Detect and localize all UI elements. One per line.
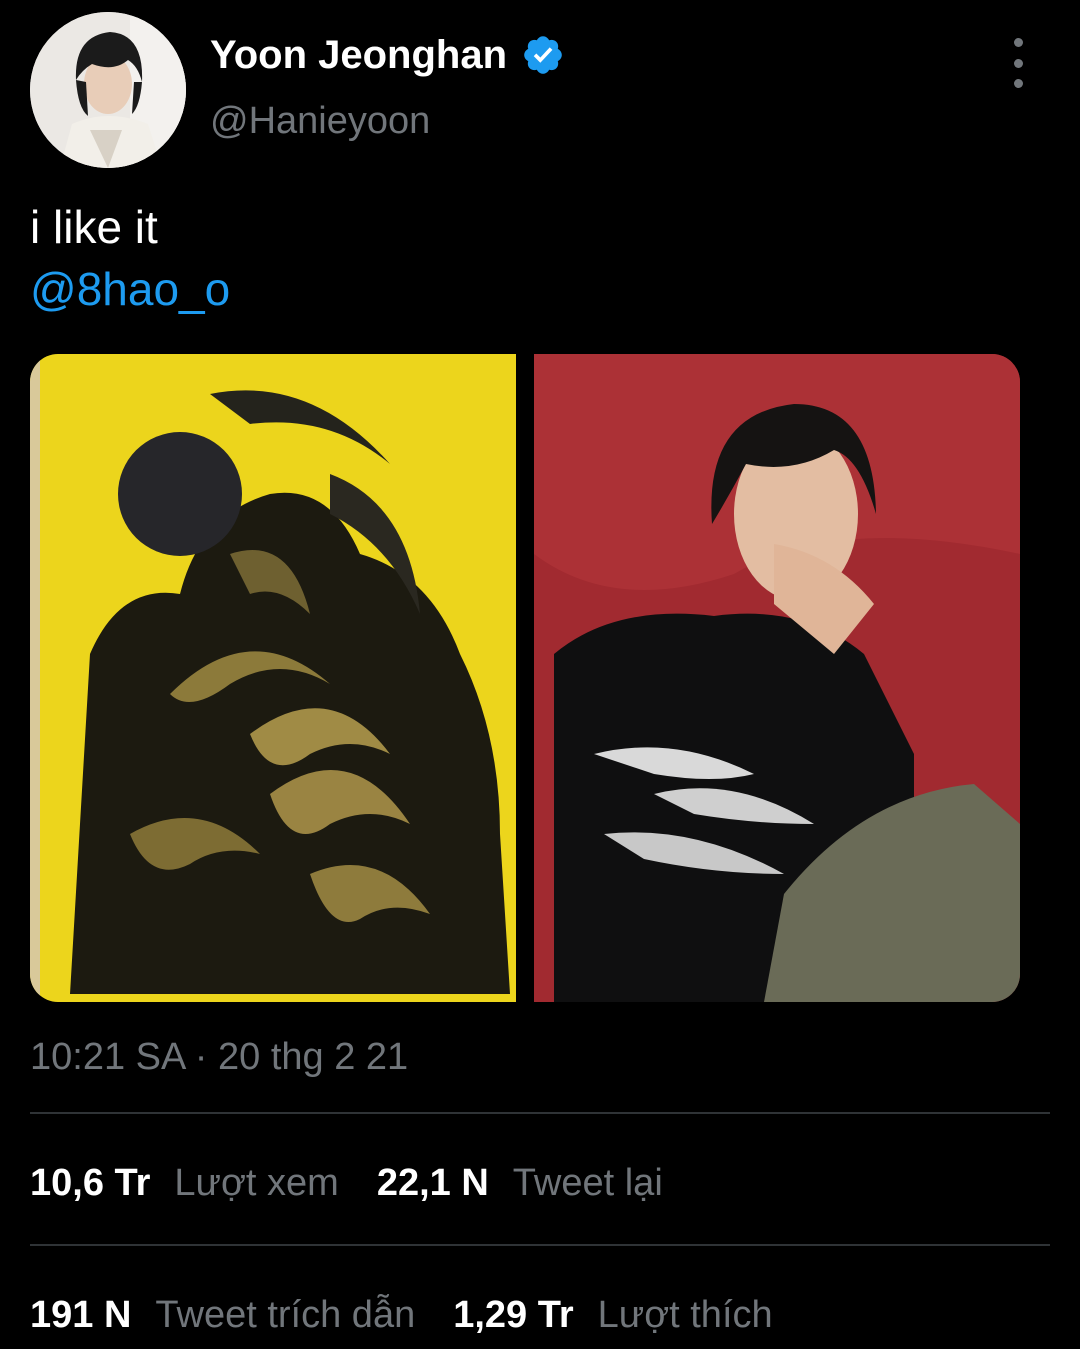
mention-link[interactable]: @8hao_o	[30, 258, 230, 320]
tweet-timestamp[interactable]: 10:21 SA · 20 thg 2 21	[30, 1032, 408, 1082]
divider	[30, 1112, 1050, 1114]
likes-label: Lượt thích	[597, 1294, 773, 1336]
more-vertical-icon	[1013, 38, 1023, 47]
author-display-name[interactable]: Yoon Jeonghan	[210, 32, 507, 78]
retweets-count: 22,1 N	[376, 1162, 489, 1204]
views-stat[interactable]: 10,6 Tr Lượt xem	[30, 1158, 339, 1208]
author-handle[interactable]: @Hanieyoon	[210, 98, 430, 144]
author-name-row[interactable]: Yoon Jeonghan	[210, 32, 565, 78]
tweet-body: i like it	[30, 201, 158, 253]
likes-stat[interactable]: 1,29 Tr Lượt thích	[453, 1290, 772, 1340]
abstract-painting-photo[interactable]	[30, 354, 516, 1002]
likes-count: 1,29 Tr	[453, 1294, 574, 1336]
views-count: 10,6 Tr	[30, 1162, 151, 1204]
retweets-label: Tweet lại	[512, 1162, 663, 1204]
quotes-count: 191 N	[30, 1294, 132, 1336]
stats-row-2: 191 N Tweet trích dẫn 1,29 Tr Lượt thích	[30, 1290, 811, 1340]
retweets-stat[interactable]: 22,1 N Tweet lại	[377, 1158, 663, 1208]
portrait-photo[interactable]	[534, 354, 1020, 1002]
quotes-stat[interactable]: 191 N Tweet trích dẫn	[30, 1290, 415, 1340]
profile-photo	[30, 12, 186, 168]
tweet-text: i like it @8hao_o	[30, 196, 230, 320]
divider	[30, 1244, 1050, 1246]
quotes-label: Tweet trích dẫn	[155, 1294, 416, 1336]
views-label: Lượt xem	[174, 1162, 339, 1204]
avatar[interactable]	[30, 12, 186, 168]
verified-badge-icon	[521, 33, 565, 77]
tweet-media	[30, 354, 1020, 1002]
stats-row-1: 10,6 Tr Lượt xem 22,1 N Tweet lại	[30, 1158, 701, 1208]
more-options-button[interactable]	[998, 38, 1038, 88]
